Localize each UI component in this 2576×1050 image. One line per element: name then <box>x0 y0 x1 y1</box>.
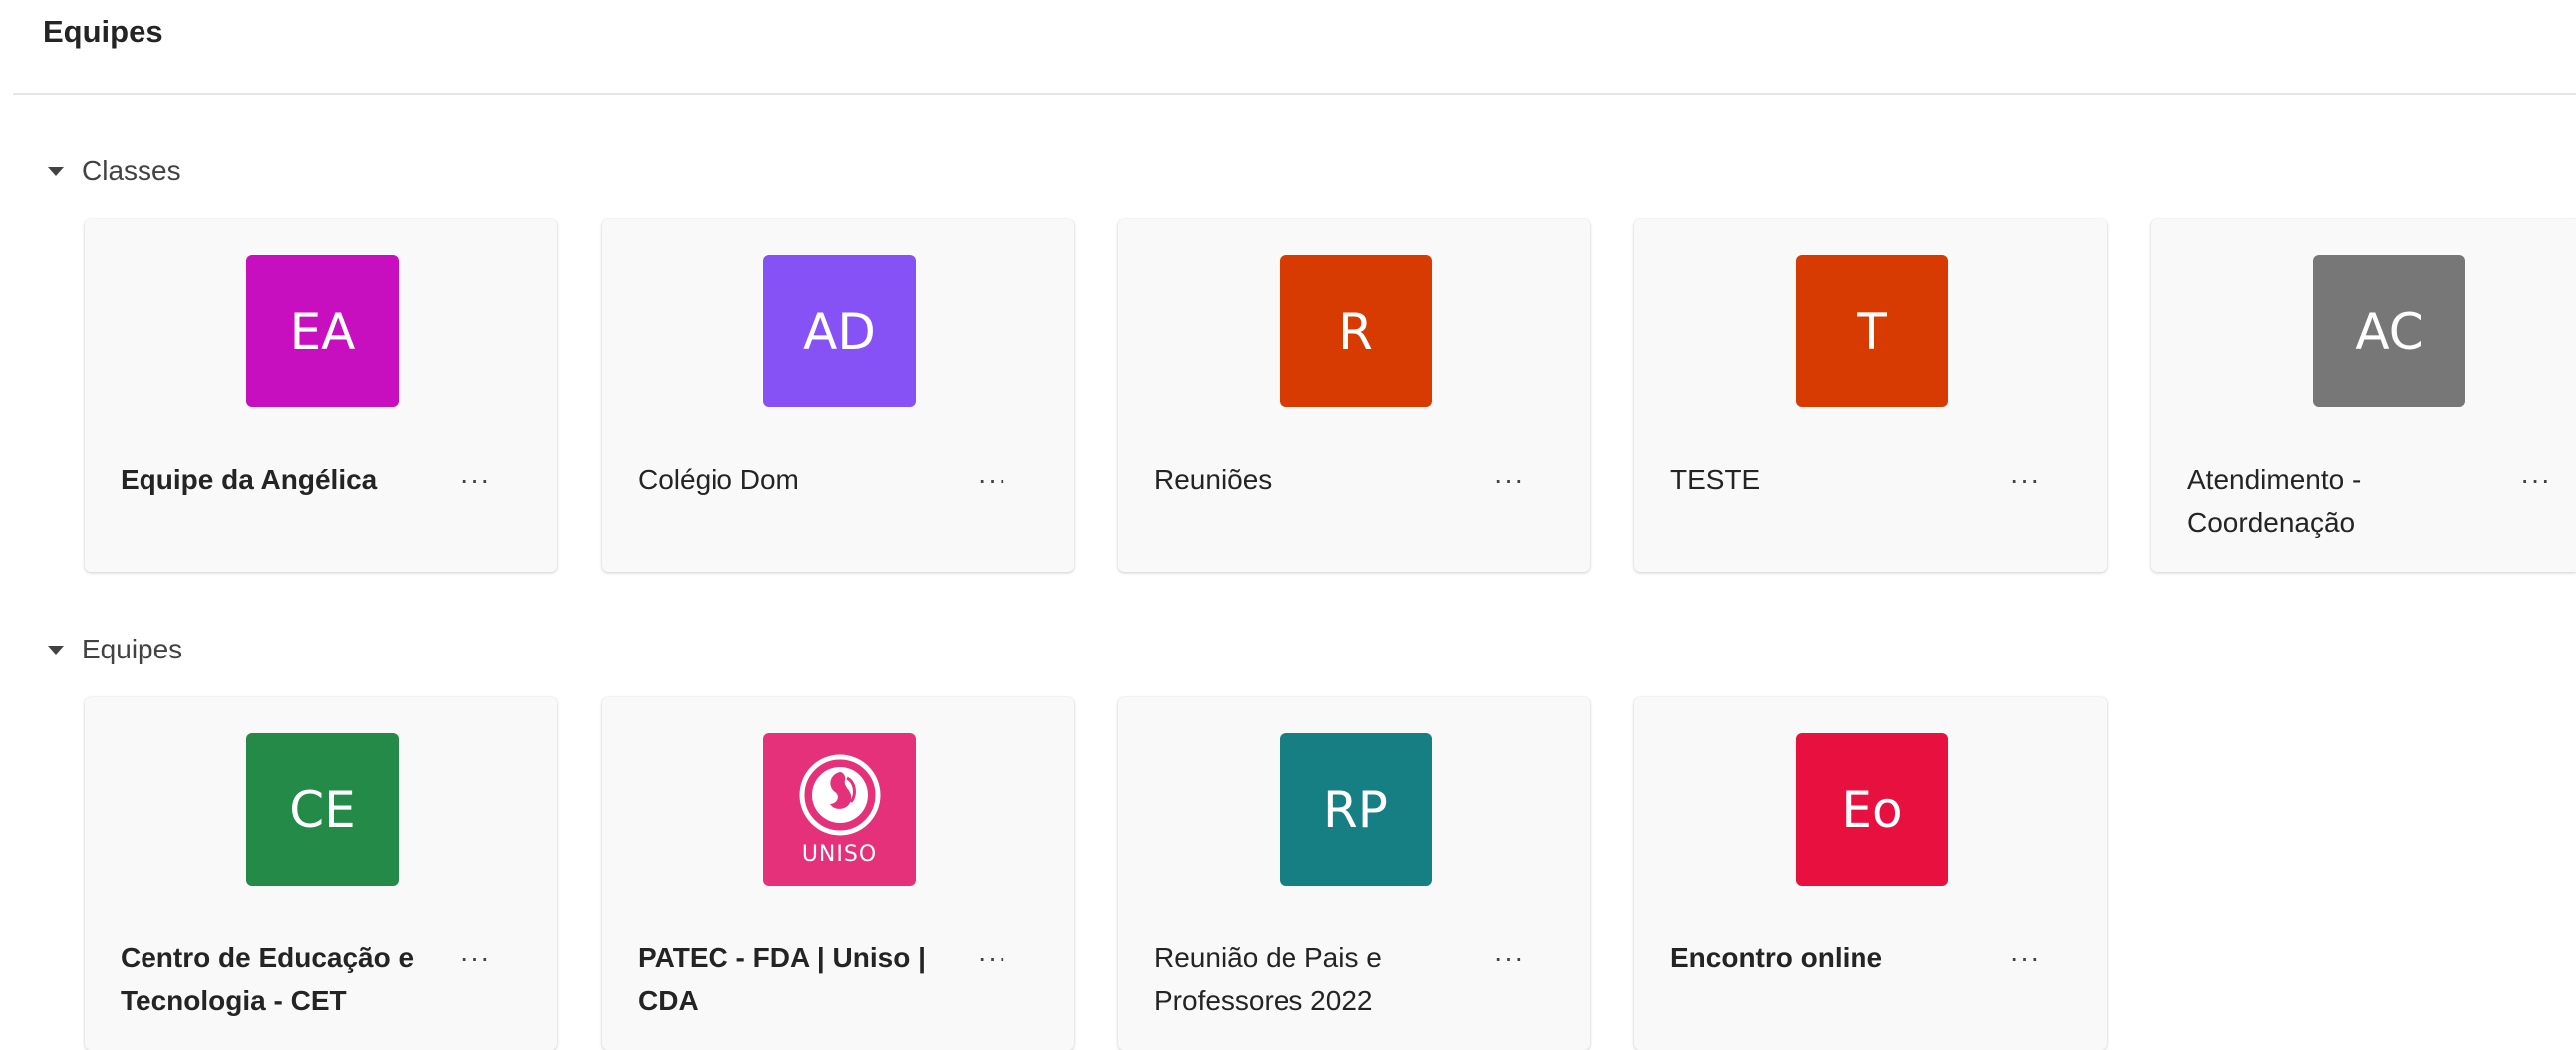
section-toggle-classes[interactable]: Classes <box>48 151 181 191</box>
caret-down-icon <box>48 645 64 655</box>
team-name: PATEC - FDA | Uniso | CDA <box>638 936 957 1022</box>
uniso-emblem-icon <box>799 754 880 836</box>
header: Equipes <box>0 0 2576 95</box>
team-card[interactable]: R Reuniões ··· <box>1118 219 1590 572</box>
team-card[interactable]: RP Reunião de Pais e Professores 2022 ··· <box>1118 697 1590 1050</box>
team-name-line: Tecnologia - CET <box>121 985 347 1016</box>
more-options-button[interactable]: ··· <box>1481 936 1537 979</box>
team-name: Reunião de Pais e Professores 2022 <box>1154 936 1473 1022</box>
uniso-logo-icon: UNISO <box>797 752 883 867</box>
section-label: Equipes <box>82 634 183 664</box>
more-options-button[interactable]: ··· <box>1481 458 1537 501</box>
more-options-button[interactable]: ··· <box>1997 936 2053 979</box>
more-options-button[interactable]: ··· <box>2520 458 2576 501</box>
more-options-button[interactable]: ··· <box>1997 458 2053 501</box>
team-avatar: AC <box>2313 255 2465 407</box>
team-card[interactable]: CE Centro de Educação e Tecnologia - CET … <box>85 697 557 1050</box>
avatar-initials: R <box>1338 302 1373 361</box>
team-name-line: Reuniões <box>1154 464 1273 495</box>
avatar-initials: Eo <box>1841 780 1903 839</box>
team-avatar: T <box>1796 255 1948 407</box>
avatar-initials: AC <box>2355 302 2424 361</box>
divider <box>13 93 2576 95</box>
more-options-button[interactable]: ··· <box>447 458 503 501</box>
team-name: Colégio Dom <box>638 458 957 501</box>
avatar-initials: AD <box>803 302 876 361</box>
team-name-line: Equipe da Angélica <box>121 464 378 495</box>
section-toggle-equipes[interactable]: Equipes <box>48 630 182 669</box>
team-name-line: Centro de Educação e <box>121 942 415 973</box>
team-name-line: Encontro online <box>1670 942 1883 973</box>
team-name-line: Reunião de Pais e <box>1154 942 1382 973</box>
more-options-button[interactable]: ··· <box>965 936 1020 979</box>
team-card[interactable]: AC Atendimento - Coordenação ··· <box>2151 219 2576 572</box>
avatar-initials: EA <box>289 302 356 361</box>
team-avatar: UNISO <box>763 733 916 886</box>
avatar-initials: RP <box>1323 780 1388 839</box>
team-name: Centro de Educação e Tecnologia - CET <box>121 936 439 1022</box>
team-name-line: CDA <box>638 985 699 1016</box>
more-options-button[interactable]: ··· <box>965 458 1020 501</box>
avatar-initials: T <box>1857 302 1887 361</box>
caret-down-icon <box>48 166 64 176</box>
team-avatar: CE <box>246 733 399 886</box>
team-name-line: Professores 2022 <box>1154 985 1373 1016</box>
team-name: Reuniões <box>1154 458 1473 501</box>
team-name-line: PATEC - FDA | Uniso | <box>638 942 926 973</box>
team-name-line: Coordenação <box>2187 507 2356 538</box>
team-card[interactable]: Eo Encontro online ··· <box>1634 697 2107 1050</box>
avatar-initials: CE <box>289 780 356 839</box>
uniso-logo-text: UNISO <box>801 842 878 867</box>
team-card[interactable]: AD Colégio Dom ··· <box>602 219 1074 572</box>
team-avatar: R <box>1280 255 1432 407</box>
team-card[interactable]: EA Equipe da Angélica ··· <box>85 219 557 572</box>
team-avatar: RP <box>1280 733 1432 886</box>
section-label: Classes <box>82 155 181 186</box>
team-card[interactable]: UNISO PATEC - FDA | Uniso | CDA ··· <box>602 697 1074 1050</box>
team-avatar: AD <box>763 255 916 407</box>
team-name: Atendimento - Coordenação <box>2187 458 2506 544</box>
team-name: Equipe da Angélica <box>121 458 439 501</box>
team-name-line: TESTE <box>1670 464 1761 495</box>
team-name: TESTE <box>1670 458 1989 501</box>
team-name-line: Colégio Dom <box>638 464 799 495</box>
more-options-button[interactable]: ··· <box>447 936 503 979</box>
page-title: Equipes <box>43 14 163 49</box>
team-avatar: EA <box>246 255 399 407</box>
team-name: Encontro online <box>1670 936 1989 979</box>
team-name-line: Atendimento - <box>2187 464 2362 495</box>
team-card[interactable]: T TESTE ··· <box>1634 219 2107 572</box>
team-avatar: Eo <box>1796 733 1948 886</box>
